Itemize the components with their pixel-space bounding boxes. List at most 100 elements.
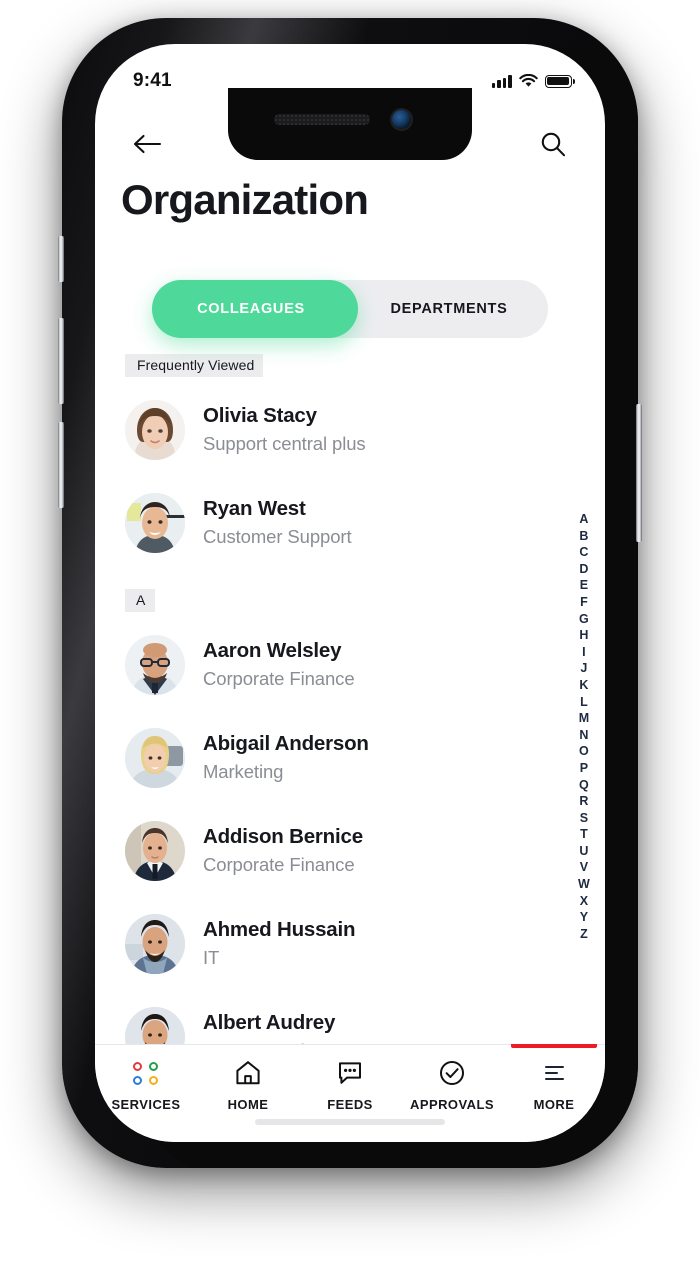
tab-approvals[interactable]: APPROVALS — [401, 1045, 503, 1142]
alphabet-index-letter[interactable]: F — [580, 595, 588, 611]
person-name: Addison Bernice — [203, 825, 363, 848]
alphabet-index-letter[interactable]: E — [580, 578, 589, 594]
list-item-text: Addison Bernice Corporate Finance — [203, 825, 363, 876]
alphabet-index-letter[interactable]: N — [579, 728, 588, 744]
alphabet-index-letter[interactable]: L — [580, 695, 588, 711]
section-header-frequently-viewed: Frequently Viewed — [125, 354, 264, 377]
front-camera-icon — [392, 110, 411, 129]
earpiece-speaker-icon — [274, 114, 370, 125]
search-button[interactable] — [535, 126, 571, 162]
alphabet-index-letter[interactable]: Z — [580, 927, 588, 943]
tab-active-indicator — [511, 1044, 597, 1048]
back-button[interactable] — [129, 126, 165, 162]
tab-colleagues[interactable]: COLLEAGUES — [152, 280, 350, 338]
alphabet-index-letter[interactable]: O — [579, 744, 589, 760]
person-department: IT — [203, 947, 220, 968]
back-arrow-icon — [133, 134, 162, 154]
person-department: Corporate Finance — [203, 854, 355, 875]
alphabet-index-letter[interactable]: B — [579, 529, 588, 545]
four-dots-icon — [132, 1058, 160, 1088]
status-bar-clock: 9:41 — [133, 70, 172, 91]
status-bar-indicators — [491, 74, 575, 88]
people-list[interactable]: Frequently Viewed Olivia Stacy Support c… — [95, 350, 605, 1070]
status-bar: 9:41 — [95, 44, 605, 104]
alphabet-index-letter[interactable]: Y — [580, 910, 589, 926]
volume-down-button[interactable] — [58, 422, 64, 508]
alphabet-index-letter[interactable]: V — [580, 860, 589, 876]
person-name: Ryan West — [203, 497, 306, 520]
alphabet-index-letter[interactable]: A — [579, 512, 588, 528]
person-name: Ahmed Hussain — [203, 918, 356, 941]
avatar — [125, 820, 185, 881]
alphabet-index-letter[interactable]: T — [580, 827, 588, 843]
alphabet-index-letter[interactable]: J — [580, 661, 587, 677]
avatar — [125, 727, 185, 788]
alphabet-index-letter[interactable]: K — [579, 678, 588, 694]
alphabet-index-letter[interactable]: M — [579, 711, 590, 727]
home-icon — [234, 1058, 262, 1088]
alphabet-index-letter[interactable]: G — [579, 612, 589, 628]
tab-label-approvals: APPROVALS — [410, 1097, 494, 1112]
alphabet-index-letter[interactable]: W — [578, 877, 590, 893]
alphabet-index-letter[interactable]: X — [580, 894, 589, 910]
volume-up-button[interactable] — [58, 318, 64, 404]
alphabet-index-letter[interactable]: D — [579, 562, 588, 578]
chat-bubble-icon — [336, 1058, 364, 1088]
power-button[interactable] — [636, 404, 642, 542]
list-item-text: Abigail Anderson Marketing — [203, 732, 369, 783]
alphabet-index-letter[interactable]: H — [579, 628, 588, 644]
bottom-tab-bar: SERVICES HOME FEEDS APPROVALS MORE — [95, 1044, 605, 1142]
alphabet-index-letter[interactable]: I — [582, 645, 586, 661]
tab-label-services: SERVICES — [111, 1097, 181, 1112]
wifi-icon — [518, 74, 538, 87]
tab-departments[interactable]: DEPARTMENTS — [350, 280, 548, 338]
mute-switch-button[interactable] — [58, 236, 64, 282]
check-circle-icon — [438, 1058, 466, 1088]
home-indicator[interactable] — [255, 1119, 445, 1125]
alphabet-index-letter[interactable]: R — [579, 794, 588, 810]
list-item-text: Ryan West Customer Support — [203, 497, 352, 548]
tab-label-home: HOME — [227, 1097, 269, 1112]
tab-feeds[interactable]: FEEDS — [299, 1045, 401, 1142]
list-item[interactable]: Olivia Stacy Support central plus — [95, 383, 605, 476]
person-department: Support central plus — [203, 433, 366, 454]
person-department: Corporate Finance — [203, 668, 355, 689]
page-title: Organization — [121, 176, 369, 223]
search-icon — [541, 132, 566, 157]
segmented-control-wrapper: COLLEAGUES DEPARTMENTS — [95, 280, 605, 338]
phone-screen: 9:41 Organization COLLEAGUES DEPARTMENTS… — [95, 44, 605, 1142]
battery-icon — [544, 74, 575, 88]
person-name: Olivia Stacy — [203, 404, 317, 427]
avatar — [125, 492, 185, 553]
list-item[interactable]: Ryan West Customer Support — [95, 476, 605, 569]
person-department: Customer Support — [203, 526, 352, 547]
tab-home[interactable]: HOME — [197, 1045, 299, 1142]
alphabet-index-letter[interactable]: U — [579, 844, 588, 860]
list-item-text: Olivia Stacy Support central plus — [203, 404, 366, 455]
alphabet-index-letter[interactable]: C — [579, 545, 588, 561]
list-item[interactable]: Addison Bernice Corporate Finance — [95, 804, 605, 897]
avatar — [125, 634, 185, 695]
hamburger-menu-icon — [540, 1058, 568, 1088]
signal-bars-icon — [491, 74, 512, 88]
tab-more[interactable]: MORE — [503, 1044, 605, 1142]
section-header-a: A — [125, 589, 156, 612]
screenshot-root: 9:41 Organization COLLEAGUES DEPARTMENTS… — [0, 0, 700, 1277]
alphabet-index-letter[interactable]: Q — [579, 778, 589, 794]
person-name: Abigail Anderson — [203, 732, 369, 755]
list-item-text: Aaron Welsley Corporate Finance — [203, 639, 355, 690]
person-name: Albert Audrey — [203, 1011, 336, 1034]
avatar — [125, 399, 185, 460]
person-department: Marketing — [203, 761, 284, 782]
list-item[interactable]: Aaron Welsley Corporate Finance — [95, 618, 605, 711]
alphabet-index-scrubber[interactable]: ABCDEFGHIJKLMNOPQRSTUVWXYZ — [571, 512, 597, 942]
tab-label-more: MORE — [533, 1097, 575, 1112]
tab-label-feeds: FEEDS — [327, 1097, 373, 1112]
list-item[interactable]: Ahmed Hussain IT — [95, 897, 605, 990]
alphabet-index-letter[interactable]: S — [580, 811, 589, 827]
person-name: Aaron Welsley — [203, 639, 342, 662]
list-item[interactable]: Abigail Anderson Marketing — [95, 711, 605, 804]
alphabet-index-letter[interactable]: P — [580, 761, 589, 777]
segmented-control: COLLEAGUES DEPARTMENTS — [152, 280, 548, 338]
tab-services[interactable]: SERVICES — [95, 1045, 197, 1142]
